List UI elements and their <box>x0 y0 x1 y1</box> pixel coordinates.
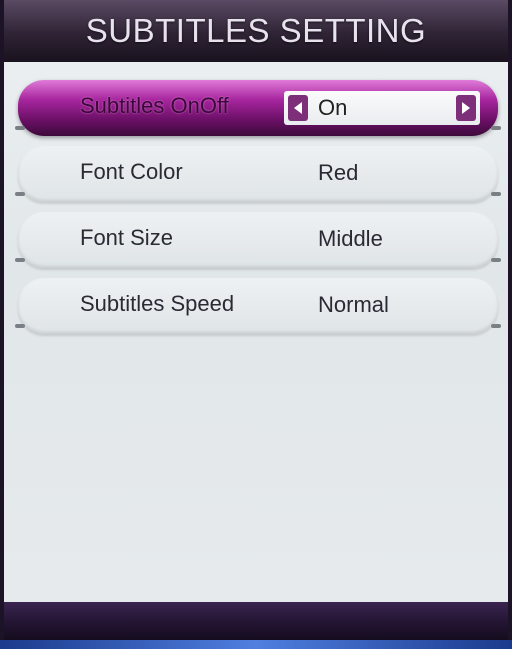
selector-value: On <box>318 95 348 120</box>
menu-item-subtitles-onoff[interactable]: Subtitles OnOff On <box>15 80 501 136</box>
arrow-left-icon[interactable] <box>288 95 308 121</box>
menu-item-value: Red <box>318 160 359 185</box>
menu-item-label: Font Size <box>80 225 173 250</box>
menu-item-label: Font Color <box>80 159 183 184</box>
screen-bottom-edge <box>0 640 512 649</box>
title-bar: SUBTITLES SETTING <box>4 0 508 62</box>
tv-screen: SUBTITLES SETTING Subtitles OnOff On Fon… <box>0 0 512 649</box>
menu-item-value: Normal <box>318 292 389 317</box>
subtitles-onoff-selector[interactable]: On <box>284 91 480 125</box>
menu-item-label: Subtitles Speed <box>80 291 235 316</box>
bottom-bar <box>4 602 508 642</box>
menu-item-font-size[interactable]: Font Size Middle <box>15 212 501 268</box>
arrow-right-icon[interactable] <box>456 95 476 121</box>
menu-item-subtitles-speed[interactable]: Subtitles Speed Normal <box>15 278 501 334</box>
menu-item-label: Subtitles OnOff <box>80 93 229 118</box>
menu-item-value: Middle <box>318 226 383 251</box>
page-title: SUBTITLES SETTING <box>85 12 427 49</box>
settings-panel: Subtitles OnOff On Font Color Red Font S… <box>4 62 508 602</box>
menu-item-font-color[interactable]: Font Color Red <box>15 146 501 202</box>
